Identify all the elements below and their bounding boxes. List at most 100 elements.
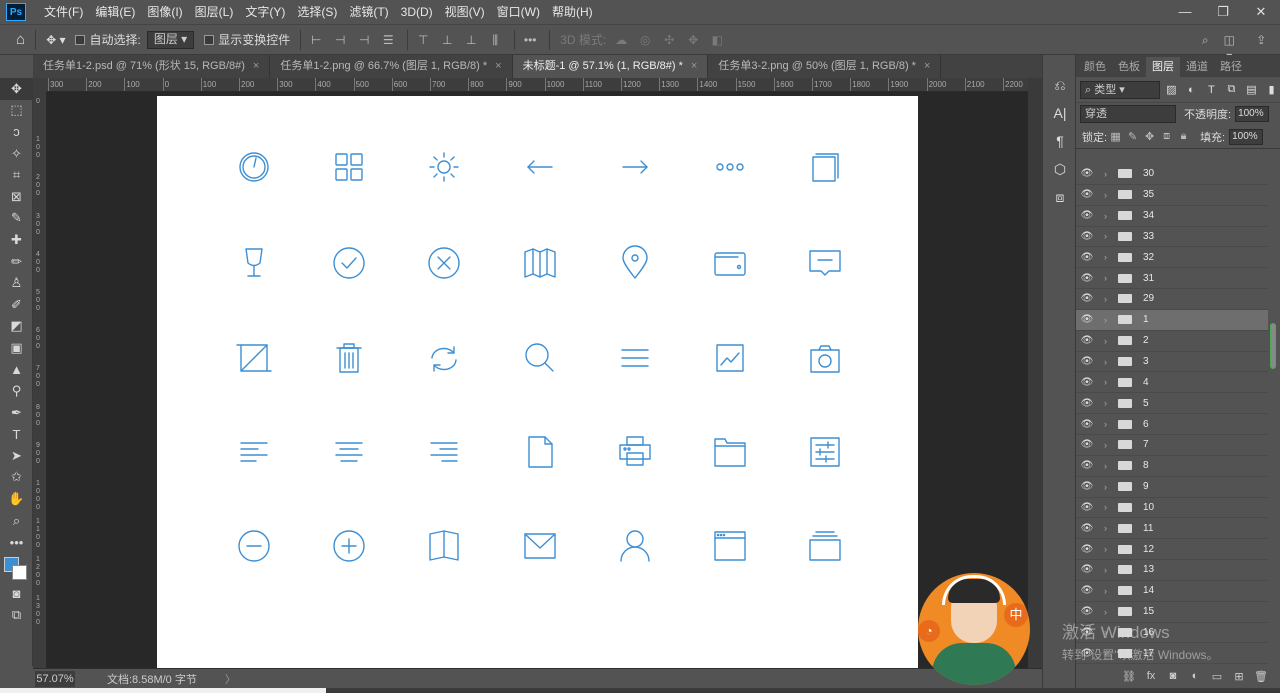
expand-chevron-icon[interactable]: ›: [1104, 169, 1114, 179]
delete-layer-icon[interactable]: 🗑︎: [1250, 670, 1272, 683]
new-group-icon[interactable]: ▭: [1206, 670, 1228, 683]
fill-input[interactable]: 100%: [1229, 128, 1264, 145]
tab-document-1[interactable]: 任务单1-2.psd @ 71% (形状 15, RGB/8#) ×: [33, 55, 271, 78]
close-tab-icon[interactable]: ×: [253, 60, 259, 72]
visibility-eye-icon[interactable]: 👁︎: [1076, 377, 1098, 388]
menu-layer[interactable]: 图层(L): [189, 0, 240, 24]
menu-file[interactable]: 文件(F): [38, 0, 89, 24]
layer-row[interactable]: 👁︎ › 33: [1076, 227, 1268, 248]
shape-tool-icon[interactable]: ✩: [0, 467, 33, 489]
visibility-eye-icon[interactable]: 👁︎: [1076, 168, 1098, 179]
tab-document-2[interactable]: 任务单1-2.png @ 66.7% (图层 1, RGB/8) * ×: [270, 55, 513, 78]
layer-row[interactable]: 👁︎ › 11: [1076, 518, 1268, 540]
visibility-eye-icon[interactable]: 👁︎: [1076, 398, 1098, 409]
close-tab-icon[interactable]: ×: [691, 60, 697, 72]
align-horizontal-centers-icon[interactable]: ⊣: [331, 32, 349, 48]
expand-chevron-icon[interactable]: ›: [1104, 544, 1114, 554]
layer-style-icon[interactable]: fx: [1140, 670, 1162, 682]
close-tab-icon[interactable]: ×: [924, 60, 930, 72]
visibility-eye-icon[interactable]: 👁︎: [1076, 564, 1098, 575]
magic-wand-tool-icon[interactable]: ✧: [0, 143, 33, 165]
share-icon[interactable]: ⇪: [1252, 32, 1270, 48]
3d-orbit-icon[interactable]: ☁: [612, 32, 630, 48]
zoom-level[interactable]: 57.07%: [35, 670, 75, 687]
layer-row[interactable]: 👁︎ › 6: [1076, 414, 1268, 435]
layer-row[interactable]: 👁︎ › 29: [1076, 289, 1268, 310]
expand-chevron-icon[interactable]: ›: [1104, 523, 1114, 533]
quick-mask-icon[interactable]: ◙: [0, 583, 33, 605]
3d-pan-icon[interactable]: ✣: [660, 32, 678, 48]
add-mask-icon[interactable]: ◙: [1162, 670, 1184, 682]
expand-chevron-icon[interactable]: ›: [1104, 336, 1114, 346]
expand-chevron-icon[interactable]: ›: [1104, 502, 1114, 512]
expand-chevron-icon[interactable]: ›: [1104, 190, 1114, 200]
zoom-tool-icon[interactable]: ⌕: [0, 510, 33, 532]
filter-toggle-icon[interactable]: ▮: [1263, 83, 1280, 96]
transform-controls-toggle[interactable]: 显示变换控件: [204, 31, 290, 48]
expand-chevron-icon[interactable]: ›: [1104, 586, 1114, 596]
layer-kind-filter[interactable]: ⌕ 类型 ▾: [1080, 80, 1160, 99]
opacity-input[interactable]: 100%: [1235, 106, 1270, 122]
lock-pixels-icon[interactable]: ✎: [1124, 130, 1141, 143]
shape-filter-icon[interactable]: ⧉: [1223, 83, 1240, 96]
close-tab-icon[interactable]: ×: [495, 60, 501, 72]
visibility-eye-icon[interactable]: 👁︎: [1076, 210, 1098, 221]
expand-chevron-icon[interactable]: ›: [1104, 419, 1114, 429]
eraser-tool-icon[interactable]: ◩: [0, 316, 33, 338]
layer-row[interactable]: 👁︎ › 7: [1076, 435, 1268, 456]
pixel-filter-icon[interactable]: ▨: [1163, 83, 1180, 96]
visibility-eye-icon[interactable]: 👁︎: [1076, 544, 1098, 555]
align-right-edges-icon[interactable]: ⊣: [355, 32, 373, 48]
visibility-eye-icon[interactable]: 👁︎: [1076, 231, 1098, 242]
visibility-eye-icon[interactable]: 👁︎: [1076, 502, 1098, 513]
menu-filter[interactable]: 滤镜(T): [343, 0, 394, 24]
3d-slide-icon[interactable]: ✥: [684, 32, 702, 48]
paragraph-panel-icon[interactable]: ¶: [1043, 127, 1077, 155]
lock-all-icon[interactable]: 🔒︎: [1175, 130, 1192, 143]
workspace-icon[interactable]: ◫ ▾: [1220, 32, 1238, 63]
layer-row[interactable]: 👁︎ › 8: [1076, 456, 1268, 477]
layer-row[interactable]: 👁︎ › 31: [1076, 268, 1268, 290]
marquee-tool-icon[interactable]: ⬚: [0, 100, 33, 122]
layer-row[interactable]: 👁︎ › 13: [1076, 560, 1268, 581]
type-tool-icon[interactable]: T: [0, 424, 33, 446]
visibility-eye-icon[interactable]: 👁︎: [1076, 356, 1098, 367]
history-brush-icon[interactable]: ✐: [0, 294, 33, 316]
layer-row[interactable]: 👁︎ › 4: [1076, 372, 1268, 394]
menu-select[interactable]: 选择(S): [291, 0, 343, 24]
expand-chevron-icon[interactable]: ›: [1104, 315, 1114, 325]
link-layers-icon[interactable]: ⛓: [1118, 670, 1140, 683]
menu-window[interactable]: 窗口(W): [491, 0, 546, 24]
lock-transparent-icon[interactable]: ▦: [1107, 130, 1124, 143]
visibility-eye-icon[interactable]: 👁︎: [1076, 293, 1098, 304]
move-tool-icon[interactable]: ✥: [0, 78, 33, 100]
3d-roll-icon[interactable]: ◎: [636, 32, 654, 48]
restore-button[interactable]: ❐: [1204, 0, 1242, 24]
3d-camera-icon[interactable]: ◧: [708, 32, 726, 48]
auto-select-toggle[interactable]: 自动选择:: [75, 31, 141, 48]
canvas-scrollbar[interactable]: [1028, 78, 1042, 668]
expand-chevron-icon[interactable]: ›: [1104, 565, 1114, 575]
visibility-eye-icon[interactable]: 👁︎: [1076, 419, 1098, 430]
align-bottom-edges-icon[interactable]: ⊥: [462, 32, 480, 48]
layer-row[interactable]: 👁︎ › 34: [1076, 206, 1268, 227]
horizontal-ruler[interactable]: 300 200 100 0 100 200 300 400 500 600 700 800 900 100…: [47, 78, 1028, 92]
visibility-eye-icon[interactable]: 👁︎: [1076, 460, 1098, 471]
distribute-icon[interactable]: ☰: [379, 32, 397, 48]
status-menu-arrow[interactable]: 〉: [225, 671, 236, 687]
tab-layers[interactable]: 图层: [1146, 57, 1180, 77]
move-tool-preset-icon[interactable]: ✥ ▾: [46, 33, 65, 47]
menu-type[interactable]: 文字(Y): [239, 0, 291, 24]
transform-checkbox[interactable]: [204, 34, 215, 45]
smart-object-filter-icon[interactable]: ▤: [1243, 83, 1260, 96]
expand-chevron-icon[interactable]: ›: [1104, 211, 1114, 221]
expand-chevron-icon[interactable]: ›: [1104, 440, 1114, 450]
type-filter-icon[interactable]: T: [1203, 84, 1220, 96]
tab-document-3[interactable]: 未标题-1 @ 57.1% (1, RGB/8#) * ×: [512, 55, 709, 78]
tab-document-4[interactable]: 任务单3-2.png @ 50% (图层 1, RGB/8) * ×: [708, 55, 942, 78]
dodge-tool-icon[interactable]: ⚲: [0, 380, 33, 402]
distribute-vertical-icon[interactable]: ⫼: [486, 32, 504, 48]
lasso-tool-icon[interactable]: ↄ: [0, 121, 33, 143]
menu-image[interactable]: 图像(I): [141, 0, 188, 24]
layer-row[interactable]: 👁︎ › 2: [1076, 331, 1268, 352]
